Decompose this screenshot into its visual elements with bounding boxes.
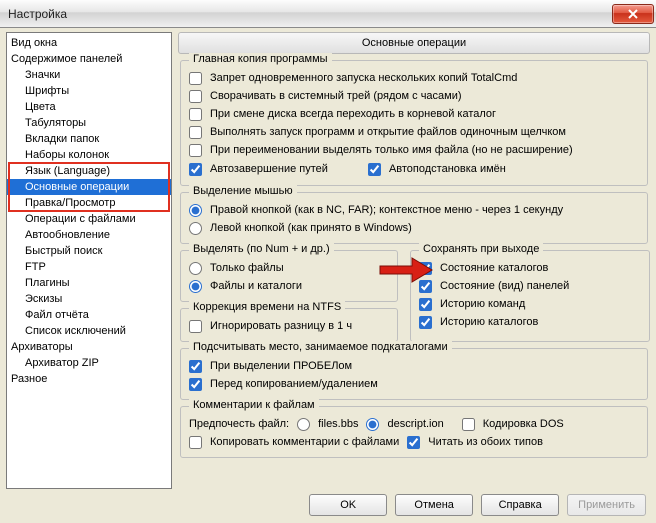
group-subdir-legend: Подсчитывать место, занимаемое подкатало… bbox=[189, 341, 452, 353]
lbl-main-1: Сворачивать в системный трей (рядом с ча… bbox=[210, 88, 462, 104]
dialog-footer: OK Отмена Справка Применить bbox=[0, 489, 656, 523]
lbl-read-both: Читать из обоих типов bbox=[428, 434, 543, 450]
help-button[interactable]: Справка bbox=[481, 494, 559, 516]
chk-subdir-space-space[interactable] bbox=[189, 360, 202, 373]
lbl-files-bbs: files.bbs bbox=[318, 416, 358, 432]
lbl-copy-comments: Копировать комментарии с файлами bbox=[210, 434, 399, 450]
lbl-select-files-dirs: Файлы и каталоги bbox=[210, 278, 302, 294]
lbl-subdir-space-copy: Перед копированием/удалением bbox=[210, 376, 378, 392]
radio-files-bbs[interactable] bbox=[297, 418, 310, 431]
lbl-autosubst-names: Автоподстановка имён bbox=[389, 161, 506, 177]
chk-autocomplete-paths[interactable] bbox=[189, 163, 202, 176]
tree-item-19[interactable]: Архиваторы bbox=[7, 339, 171, 355]
tree-item-10[interactable]: Правка/Просмотр bbox=[7, 195, 171, 211]
chk-save-3[interactable] bbox=[419, 316, 432, 329]
lbl-mouse-right: Правой кнопкой (как в NC, FAR); контекст… bbox=[210, 202, 563, 218]
group-main-copy: Главная копия программы Запрет одновреме… bbox=[180, 60, 648, 186]
chk-read-both[interactable] bbox=[407, 436, 420, 449]
radio-descript-ion[interactable] bbox=[366, 418, 379, 431]
lbl-ntfs-ignore-1h: Игнорировать разницу в 1 ч bbox=[210, 318, 352, 334]
tree-item-11[interactable]: Операции с файлами bbox=[7, 211, 171, 227]
lbl-descript-ion: descript.ion bbox=[387, 416, 443, 432]
apply-button[interactable]: Применить bbox=[567, 494, 646, 516]
tree-item-1[interactable]: Содержимое панелей bbox=[7, 51, 171, 67]
cancel-button[interactable]: Отмена bbox=[395, 494, 473, 516]
group-mouse-legend: Выделение мышью bbox=[189, 185, 297, 197]
group-comments-legend: Комментарии к файлам bbox=[189, 399, 319, 411]
tree-item-15[interactable]: Плагины bbox=[7, 275, 171, 291]
tree-item-5[interactable]: Табуляторы bbox=[7, 115, 171, 131]
chk-autosubst-names[interactable] bbox=[368, 163, 381, 176]
tree-item-16[interactable]: Эскизы bbox=[7, 291, 171, 307]
tree-item-13[interactable]: Быстрый поиск bbox=[7, 243, 171, 259]
group-mouse-selection: Выделение мышью Правой кнопкой (как в NC… bbox=[180, 192, 648, 244]
group-ntfs-legend: Коррекция времени на NTFS bbox=[189, 301, 345, 313]
chk-ntfs-ignore-1h[interactable] bbox=[189, 320, 202, 333]
chk-save-2[interactable] bbox=[419, 298, 432, 311]
lbl-save-2: Историю команд bbox=[440, 296, 525, 312]
radio-select-files-dirs[interactable] bbox=[189, 280, 202, 293]
tree-item-7[interactable]: Наборы колонок bbox=[7, 147, 171, 163]
lbl-save-1: Состояние (вид) панелей bbox=[440, 278, 569, 294]
lbl-main-2: При смене диска всегда переходить в корн… bbox=[210, 106, 496, 122]
chk-subdir-space-copy[interactable] bbox=[189, 378, 202, 391]
tree-item-4[interactable]: Цвета bbox=[7, 99, 171, 115]
radio-select-files[interactable] bbox=[189, 262, 202, 275]
titlebar: Настройка bbox=[0, 0, 656, 28]
tree-item-17[interactable]: Файл отчёта bbox=[7, 307, 171, 323]
tree-item-14[interactable]: FTP bbox=[7, 259, 171, 275]
close-icon bbox=[627, 9, 639, 19]
tree-item-12[interactable]: Автообновление bbox=[7, 227, 171, 243]
chk-copy-comments[interactable] bbox=[189, 436, 202, 449]
tree-item-2[interactable]: Значки bbox=[7, 67, 171, 83]
lbl-save-3: Историю каталогов bbox=[440, 314, 538, 330]
chk-main-4[interactable] bbox=[189, 144, 202, 157]
tree-item-6[interactable]: Вкладки папок bbox=[7, 131, 171, 147]
chk-main-3[interactable] bbox=[189, 126, 202, 139]
lbl-select-files: Только файлы bbox=[210, 260, 284, 276]
annotation-arrow-icon bbox=[378, 256, 434, 284]
window-title: Настройка bbox=[8, 7, 67, 21]
chk-dos-encoding[interactable] bbox=[462, 418, 475, 431]
panel-header: Основные операции bbox=[178, 32, 650, 54]
tree-item-0[interactable]: Вид окна bbox=[7, 35, 171, 51]
close-button[interactable] bbox=[612, 4, 654, 24]
chk-main-2[interactable] bbox=[189, 108, 202, 121]
group-select-legend: Выделять (по Num + и др.) bbox=[189, 243, 334, 255]
tree-item-8[interactable]: Язык (Language) bbox=[7, 163, 171, 179]
group-main-legend: Главная копия программы bbox=[189, 53, 332, 65]
group-save-on-exit: Сохранять при выходе Состояние каталогов… bbox=[410, 250, 650, 342]
group-save-legend: Сохранять при выходе bbox=[419, 243, 543, 255]
chk-main-1[interactable] bbox=[189, 90, 202, 103]
group-file-comments: Комментарии к файлам Предпочесть файл: f… bbox=[180, 406, 648, 458]
lbl-main-0: Запрет одновременного запуска нескольких… bbox=[210, 70, 517, 86]
group-ntfs: Коррекция времени на NTFS Игнорировать р… bbox=[180, 308, 398, 342]
chk-main-0[interactable] bbox=[189, 72, 202, 85]
tree-item-20[interactable]: Архиватор ZIP bbox=[7, 355, 171, 371]
lbl-mouse-left: Левой кнопкой (как принято в Windows) bbox=[210, 220, 412, 236]
tree-item-9[interactable]: Основные операции bbox=[7, 179, 171, 195]
lbl-prefer-file: Предпочесть файл: bbox=[189, 418, 289, 430]
tree-item-3[interactable]: Шрифты bbox=[7, 83, 171, 99]
lbl-main-3: Выполнять запуск программ и открытие фай… bbox=[210, 124, 566, 140]
ok-button[interactable]: OK bbox=[309, 494, 387, 516]
group-subdir-space: Подсчитывать место, занимаемое подкатало… bbox=[180, 348, 648, 400]
tree-item-18[interactable]: Список исключений bbox=[7, 323, 171, 339]
lbl-autocomplete-paths: Автозавершение путей bbox=[210, 161, 328, 177]
lbl-main-4: При переименовании выделять только имя ф… bbox=[210, 142, 573, 158]
radio-mouse-right[interactable] bbox=[189, 204, 202, 217]
settings-panel: Основные операции Главная копия программ… bbox=[178, 32, 650, 489]
category-tree[interactable]: Вид окнаСодержимое панелейЗначкиШрифтыЦв… bbox=[6, 32, 172, 489]
lbl-save-0: Состояние каталогов bbox=[440, 260, 548, 276]
tree-item-21[interactable]: Разное bbox=[7, 371, 171, 387]
radio-mouse-left[interactable] bbox=[189, 222, 202, 235]
lbl-subdir-space-space: При выделении ПРОБЕЛом bbox=[210, 358, 352, 374]
group-select: Выделять (по Num + и др.) Только файлы Ф… bbox=[180, 250, 398, 302]
lbl-dos-encoding: Кодировка DOS bbox=[483, 416, 564, 432]
